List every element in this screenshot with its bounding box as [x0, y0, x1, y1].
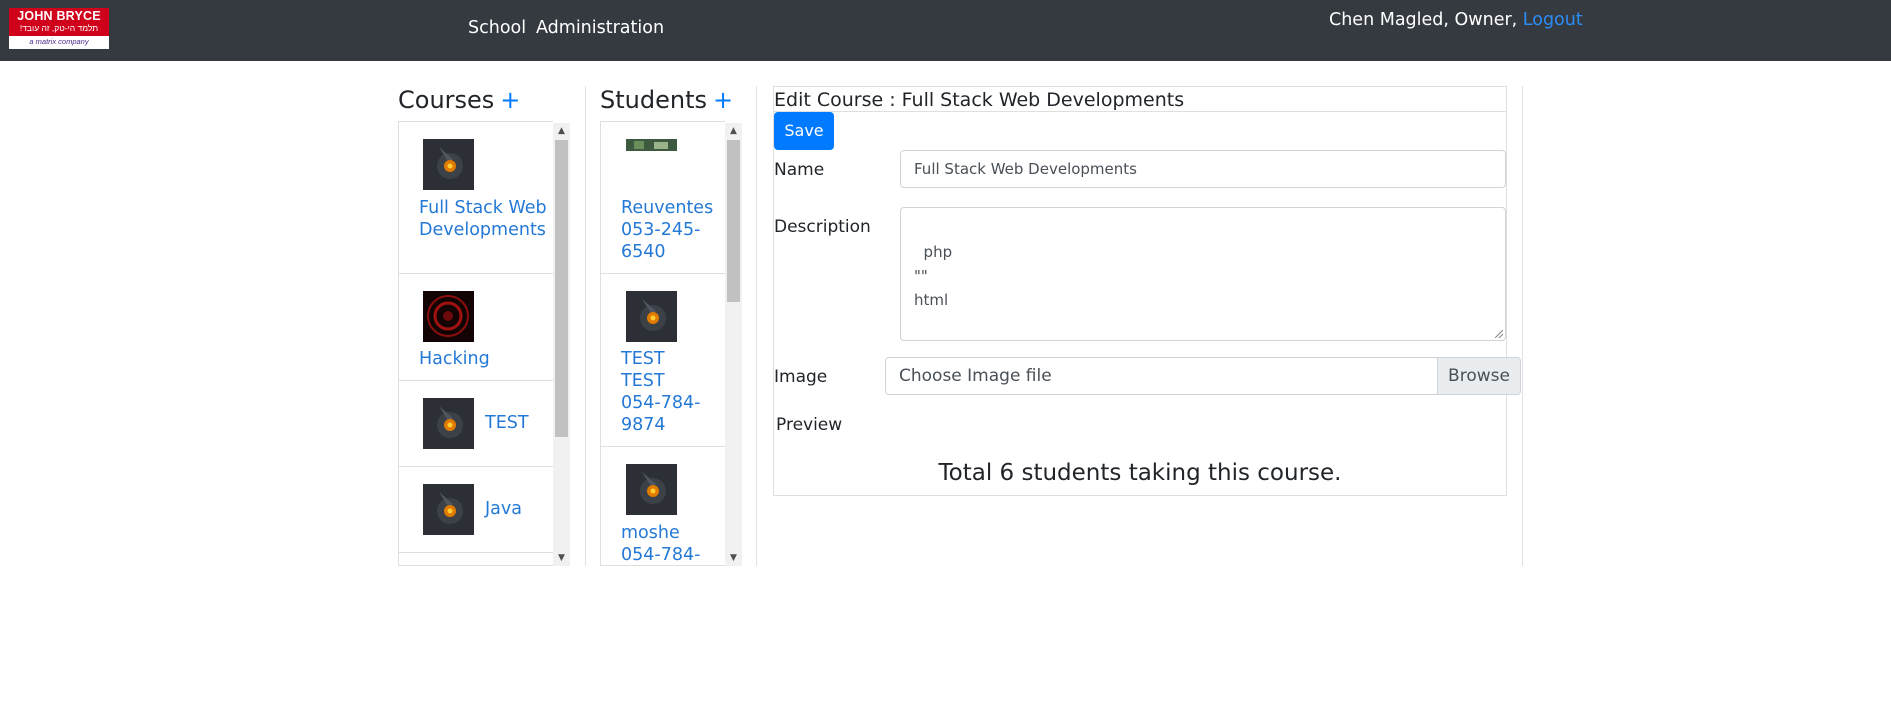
- student-info[interactable]: moshe 054-784-: [621, 522, 701, 565]
- courses-header: Courses +: [398, 86, 520, 114]
- image-label: Image: [774, 367, 828, 387]
- file-input-placeholder[interactable]: Choose Image file: [899, 358, 1052, 394]
- student-photo-icon: [626, 139, 677, 151]
- courses-scrollbar[interactable]: ▲ ▼: [553, 123, 570, 566]
- column-divider: [585, 86, 586, 566]
- course-item-java[interactable]: Java: [399, 467, 553, 553]
- course-name[interactable]: Hacking: [419, 348, 490, 370]
- student-name[interactable]: moshe: [621, 522, 700, 544]
- student-info[interactable]: Reuventes 053-245- 6540: [621, 197, 713, 263]
- student-name[interactable]: Reuventes: [621, 197, 713, 219]
- course-thumbnail-icon: [423, 398, 474, 449]
- edit-course-title: Edit Course : Full Stack Web Development…: [774, 89, 1185, 111]
- logo-brand: JOHN BRYCE: [17, 9, 101, 23]
- add-student-button[interactable]: +: [713, 86, 733, 114]
- student-item[interactable]: Reuventes 053-245- 6540: [601, 122, 725, 274]
- course-item-hacking[interactable]: Hacking: [399, 274, 553, 381]
- image-file-input[interactable]: Choose Image file Browse: [885, 357, 1521, 395]
- total-students-text: Total 6 students taking this course.: [938, 460, 1342, 486]
- logo-slogan: תלמד הי-טק, זה עובד!: [19, 23, 99, 33]
- course-name-input[interactable]: Full Stack Web Developments: [900, 150, 1506, 188]
- student-name[interactable]: TEST: [621, 370, 700, 392]
- course-description-textarea[interactable]: php "" html: [900, 207, 1506, 341]
- user-info: Chen Magled, Owner, Logout: [1329, 10, 1583, 30]
- student-name[interactable]: TEST: [621, 348, 700, 370]
- column-divider: [1522, 86, 1523, 566]
- scroll-down-arrow-icon[interactable]: ▼: [725, 550, 742, 566]
- user-greeting: Chen Magled, Owner,: [1329, 10, 1523, 30]
- nav-administration-link[interactable]: Administration: [536, 18, 664, 38]
- panel-title-divider: [774, 111, 1507, 112]
- column-divider: [756, 86, 757, 566]
- course-thumbnail-icon: [423, 291, 474, 342]
- add-course-button[interactable]: +: [500, 86, 520, 114]
- course-thumbnail-icon: [423, 139, 474, 190]
- course-item-full-stack[interactable]: Full Stack Web Developments: [399, 122, 553, 274]
- student-item[interactable]: moshe 054-784-: [601, 447, 725, 565]
- students-scrollbar[interactable]: ▲ ▼: [725, 123, 742, 566]
- description-text: php "" html: [914, 243, 953, 309]
- scroll-up-arrow-icon[interactable]: ▲: [553, 123, 570, 139]
- student-phone: 053-245-: [621, 220, 701, 240]
- student-item[interactable]: TEST TEST 054-784- 9874: [601, 274, 725, 447]
- students-header: Students +: [600, 86, 733, 114]
- students-title: Students: [600, 86, 707, 114]
- course-item-test[interactable]: TEST: [399, 381, 553, 467]
- logo-tag: a matrix company: [29, 37, 89, 46]
- john-bryce-logo[interactable]: JOHN BRYCE תלמד הי-טק, זה עובד! a matrix…: [9, 8, 109, 49]
- student-info[interactable]: TEST TEST 054-784- 9874: [621, 348, 700, 436]
- courses-list[interactable]: Full Stack Web Developments Hacking TEST…: [398, 121, 553, 566]
- save-button[interactable]: Save: [774, 112, 834, 150]
- student-photo-icon: [626, 291, 677, 342]
- resize-grip-icon[interactable]: [1495, 330, 1503, 338]
- course-name[interactable]: Full Stack Web Developments: [419, 197, 549, 241]
- student-phone: 054-784-: [621, 393, 701, 413]
- scroll-thumb[interactable]: [727, 140, 740, 302]
- student-photo-icon: [626, 464, 677, 515]
- course-thumbnail-icon: [423, 484, 474, 535]
- scroll-down-arrow-icon[interactable]: ▼: [553, 550, 570, 566]
- name-label: Name: [774, 160, 825, 180]
- courses-title: Courses: [398, 86, 495, 114]
- student-phone: 054-784-: [621, 545, 701, 565]
- student-phone: 6540: [621, 242, 666, 262]
- nav-school-link[interactable]: School: [468, 18, 526, 38]
- scroll-thumb[interactable]: [555, 140, 568, 437]
- browse-button[interactable]: Browse: [1437, 358, 1520, 394]
- students-list[interactable]: Reuventes 053-245- 6540 TEST TEST 054-78…: [600, 121, 725, 566]
- logout-link[interactable]: Logout: [1523, 10, 1583, 30]
- scroll-up-arrow-icon[interactable]: ▲: [725, 123, 742, 139]
- top-navbar: JOHN BRYCE תלמד הי-טק, זה עובד! a matrix…: [0, 0, 1891, 61]
- description-label: Description: [774, 217, 871, 237]
- student-phone: 9874: [621, 415, 666, 435]
- course-name[interactable]: TEST: [485, 412, 529, 434]
- course-name[interactable]: Java: [485, 498, 522, 520]
- preview-label: Preview: [776, 415, 843, 435]
